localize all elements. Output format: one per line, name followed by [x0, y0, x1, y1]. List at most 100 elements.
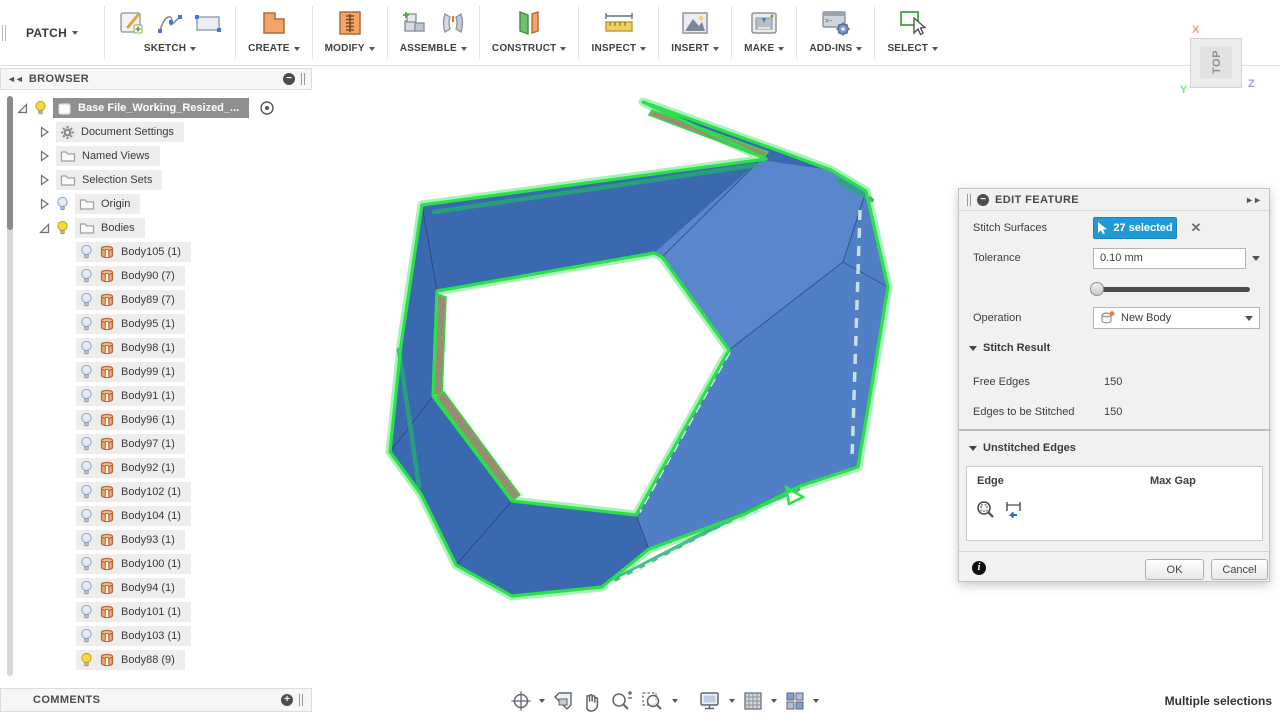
tree-item-chip[interactable]: Body99 (1): [76, 362, 185, 382]
tree-item-chip[interactable]: Body92 (1): [76, 458, 185, 478]
dialog-collapse-icon[interactable]: −: [977, 193, 989, 206]
browser-body-row[interactable]: Body94 (1): [76, 576, 185, 600]
tree-item-chip[interactable]: Body90 (7): [76, 266, 185, 286]
operation-dropdown[interactable]: New Body: [1093, 307, 1260, 329]
tree-item-chip[interactable]: Selection Sets: [56, 170, 163, 190]
viewports-icon[interactable]: [784, 690, 806, 712]
toolbar-menu-select[interactable]: SELECT: [887, 43, 939, 54]
joint-icon[interactable]: [439, 8, 467, 38]
orbit-icon[interactable]: [510, 690, 532, 712]
window-zoom-dropdown-icon[interactable]: [672, 699, 678, 703]
panel-drag-handle[interactable]: [301, 73, 305, 85]
measure-gap-icon[interactable]: [1003, 499, 1027, 521]
toolbar-menu-construct[interactable]: CONSTRUCT: [492, 43, 567, 54]
spline-icon[interactable]: [156, 10, 184, 36]
orbit-dropdown-icon[interactable]: [539, 699, 545, 703]
tree-item-chip[interactable]: Body91 (1): [76, 386, 185, 406]
browser-body-row[interactable]: Body98 (1): [76, 336, 185, 360]
browser-body-row[interactable]: Body90 (7): [76, 264, 185, 288]
toolbar-menu-inspect[interactable]: INSPECT: [591, 43, 647, 54]
tolerance-input[interactable]: 0.10 mm: [1093, 247, 1246, 269]
stitch-surface-model[interactable]: [385, 97, 893, 601]
insert-image-icon[interactable]: [679, 8, 711, 38]
ok-button[interactable]: OK: [1145, 559, 1204, 580]
select-tool-icon[interactable]: [897, 8, 929, 38]
look-at-icon[interactable]: [552, 690, 574, 712]
info-icon[interactable]: i: [972, 561, 986, 575]
browser-body-row[interactable]: Body97 (1): [76, 432, 185, 456]
tree-item-chip[interactable]: Body100 (1): [76, 554, 191, 574]
browser-body-row[interactable]: Body101 (1): [76, 600, 191, 624]
create-sketch-icon[interactable]: [117, 8, 147, 38]
browser-body-row[interactable]: Body92 (1): [76, 456, 185, 480]
tree-item-chip[interactable]: Body98 (1): [76, 338, 185, 358]
browser-body-row[interactable]: Body104 (1): [76, 504, 191, 528]
viewcube[interactable]: TOP X Y Z: [1180, 24, 1255, 96]
tree-item-chip[interactable]: Document Settings: [56, 122, 184, 142]
browser-item-document-settings[interactable]: Document Settings: [38, 120, 184, 144]
tolerance-slider-thumb[interactable]: [1090, 282, 1104, 296]
dialog-drag-handle[interactable]: [967, 193, 971, 206]
dialog-header[interactable]: − EDIT FEATURE ►►: [959, 189, 1269, 211]
tree-item-chip[interactable]: Body95 (1): [76, 314, 185, 334]
tree-item-chip[interactable]: Body102 (1): [76, 482, 191, 502]
zoom-icon[interactable]: [610, 690, 634, 712]
toolbar-drag-handle[interactable]: [0, 0, 8, 65]
browser-item-bodies[interactable]: Bodies: [38, 216, 145, 240]
cancel-button[interactable]: Cancel: [1211, 559, 1268, 580]
dialog-expand-icon[interactable]: ►►: [1245, 195, 1262, 205]
tree-item-chip[interactable]: Body97 (1): [76, 434, 185, 454]
clear-selection-icon[interactable]: ✕: [1187, 220, 1205, 236]
browser-item-selection-sets[interactable]: Selection Sets: [38, 168, 163, 192]
construct-plane-icon[interactable]: [512, 8, 546, 38]
stitch-icon[interactable]: [335, 8, 365, 38]
tree-item-chip[interactable]: Bodies: [75, 218, 145, 238]
browser-body-row[interactable]: Body88 (9): [76, 648, 185, 672]
browser-root-item[interactable]: Base File_Working_Resized_...: [16, 96, 275, 120]
tree-item-chip[interactable]: Named Views: [56, 146, 160, 166]
tree-item-chip[interactable]: Body105 (1): [76, 242, 191, 262]
toolbar-menu-modify[interactable]: MODIFY: [325, 43, 375, 54]
collapse-panel-icon[interactable]: ◄◄: [7, 74, 24, 84]
add-comment-icon[interactable]: +: [281, 694, 293, 706]
selection-count-button[interactable]: 27 selected: [1093, 217, 1177, 239]
browser-item-named-views[interactable]: Named Views: [38, 144, 160, 168]
toolbar-menu-assemble[interactable]: ASSEMBLE: [400, 43, 467, 54]
tree-item-chip[interactable]: Body96 (1): [76, 410, 185, 430]
workspace-selector[interactable]: PATCH: [8, 0, 104, 65]
tree-item-chip[interactable]: Body104 (1): [76, 506, 191, 526]
comments-panel[interactable]: COMMENTS +: [0, 688, 312, 712]
tree-item-chip[interactable]: Base File_Working_Resized_...: [53, 98, 250, 118]
create-patch-icon[interactable]: [259, 8, 289, 38]
tolerance-dropdown-icon[interactable]: [1252, 256, 1260, 261]
browser-body-row[interactable]: Body100 (1): [76, 552, 191, 576]
3d-print-icon[interactable]: [748, 8, 780, 38]
activate-component-icon[interactable]: [259, 100, 275, 116]
browser-header[interactable]: ◄◄ BROWSER −: [0, 68, 312, 90]
pan-icon[interactable]: [581, 690, 603, 712]
grid-settings-icon[interactable]: [742, 690, 764, 712]
browser-body-row[interactable]: Body95 (1): [76, 312, 185, 336]
panel-drag-handle[interactable]: [299, 694, 303, 706]
browser-item-origin[interactable]: Origin: [38, 192, 141, 216]
tolerance-slider-track[interactable]: [1098, 287, 1250, 292]
window-zoom-icon[interactable]: [641, 690, 665, 712]
toolbar-menu-make[interactable]: MAKE: [744, 43, 785, 54]
viewports-dropdown-icon[interactable]: [813, 699, 819, 703]
new-component-icon[interactable]: [400, 8, 430, 38]
scripts-addins-icon[interactable]: >-: [819, 8, 853, 38]
browser-body-row[interactable]: Body99 (1): [76, 360, 185, 384]
grid-settings-dropdown-icon[interactable]: [771, 699, 777, 703]
browser-body-row[interactable]: Body103 (1): [76, 624, 191, 648]
browser-body-row[interactable]: Body91 (1): [76, 384, 185, 408]
browser-body-row[interactable]: Body89 (7): [76, 288, 185, 312]
toolbar-menu-addins[interactable]: ADD-INS: [809, 43, 863, 54]
toolbar-menu-create[interactable]: CREATE: [248, 43, 300, 54]
stitch-result-section[interactable]: Stitch Result: [969, 342, 1050, 354]
display-settings-icon[interactable]: [698, 690, 722, 712]
rectangle-tool-icon[interactable]: [193, 10, 223, 36]
browser-body-row[interactable]: Body96 (1): [76, 408, 185, 432]
zoom-to-edge-icon[interactable]: [975, 499, 997, 521]
tree-item-chip[interactable]: Body93 (1): [76, 530, 185, 550]
unstitched-edges-table[interactable]: Edge Max Gap: [966, 466, 1263, 541]
